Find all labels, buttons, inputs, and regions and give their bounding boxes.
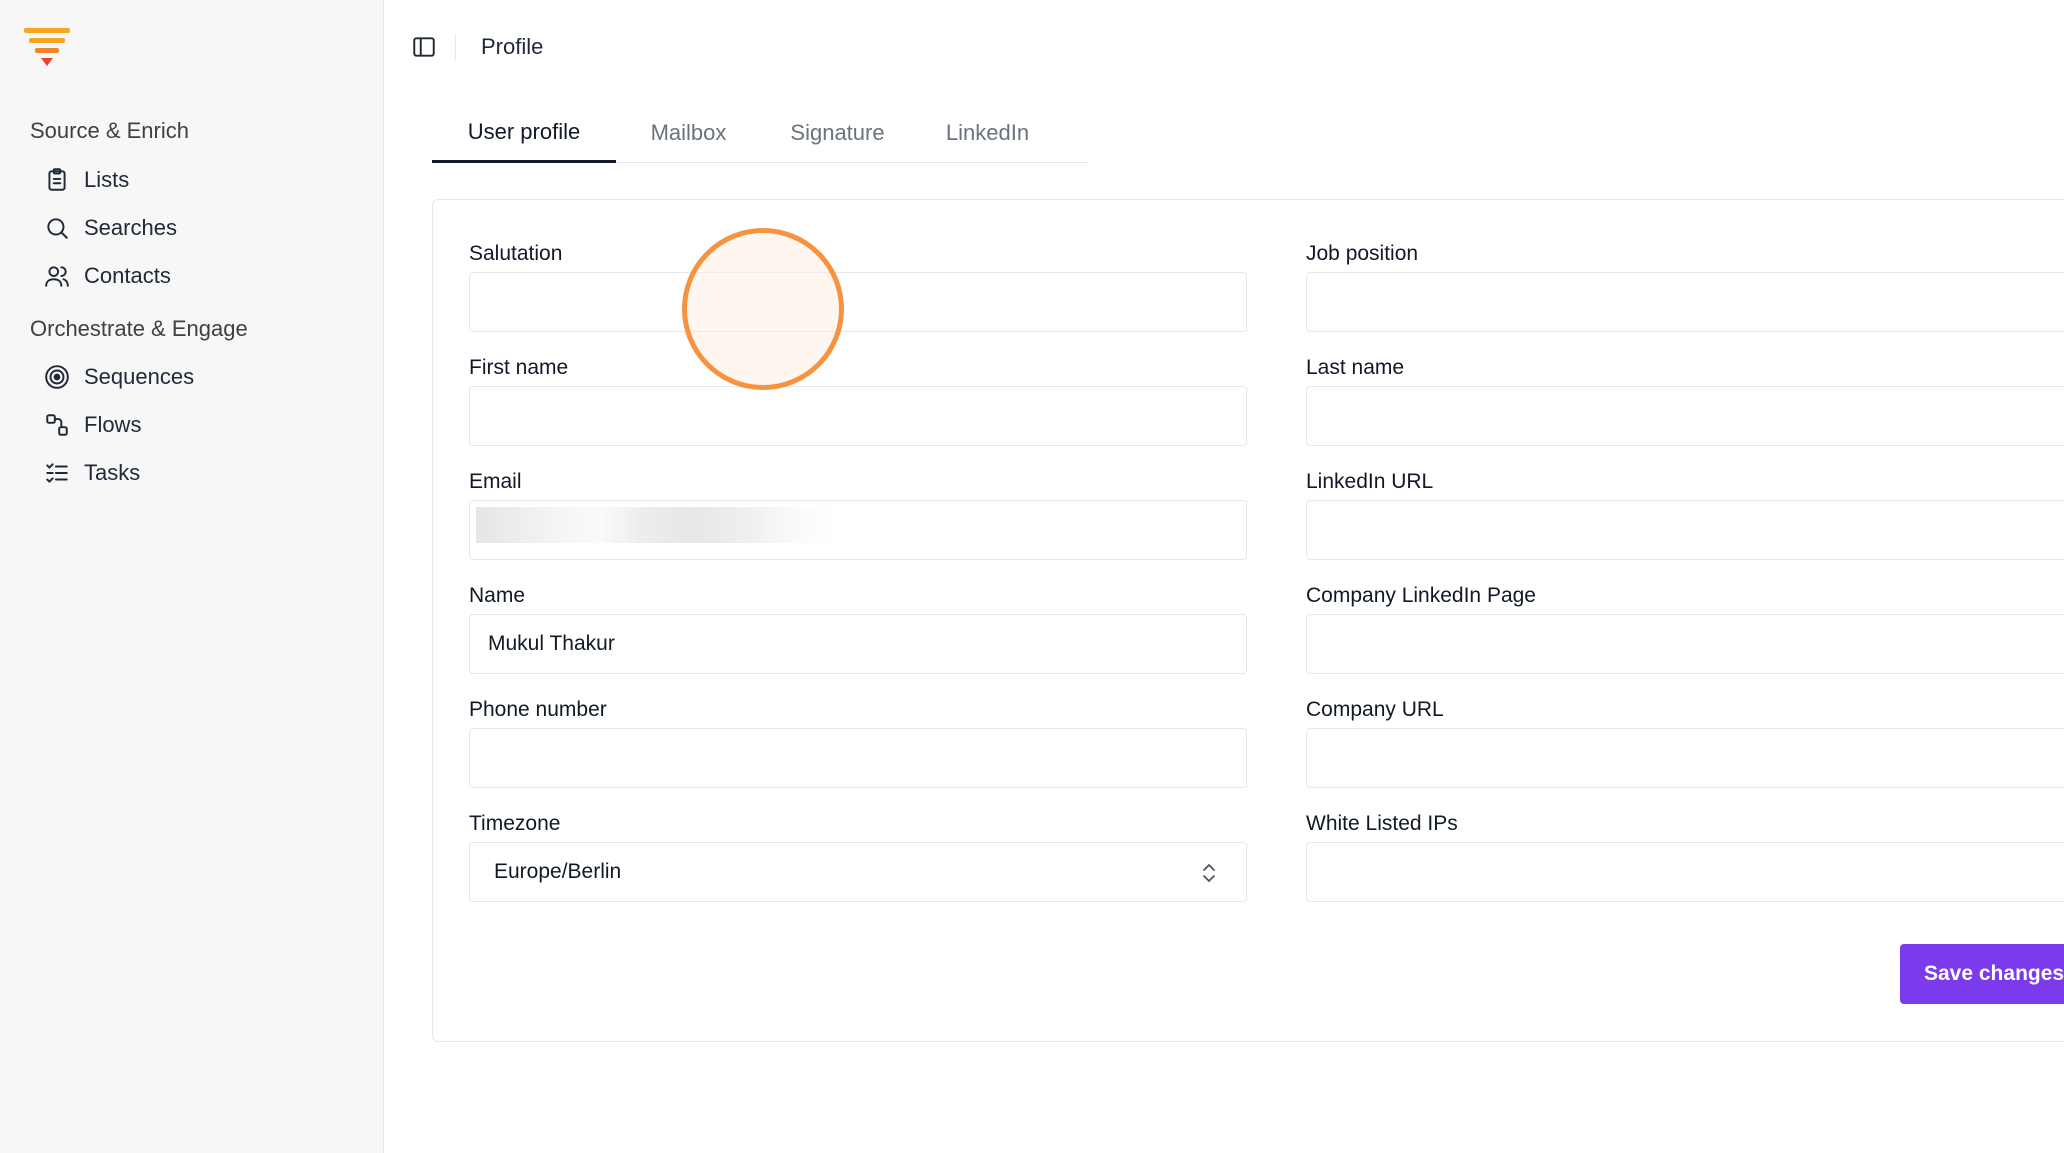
page-title: Profile [481,34,544,59]
sidebar-item-contacts[interactable]: Contacts [44,256,171,296]
sidebar-item-tasks[interactable]: Tasks [44,453,140,493]
last-name-field[interactable] [1306,386,2064,446]
sidebar-item-lists[interactable]: Lists [44,160,129,200]
linkedin-url-label: LinkedIn URL [1306,470,1434,493]
tasks-icon [44,460,70,486]
sidebar-item-label: Sequences [84,364,195,389]
save-changes-button[interactable]: Save changes [1900,944,2064,1004]
sidebar: Source & Enrich Lists Searches Contacts … [0,0,384,1153]
timezone-value: Europe/Berlin [494,860,622,883]
email-field[interactable] [469,500,1247,560]
company-linkedin-page-field[interactable] [1306,614,2064,674]
clipboard-icon [44,167,70,193]
timezone-label: Timezone [469,812,561,835]
timezone-select[interactable]: Europe/Berlin [469,842,1247,902]
sidebar-item-label: Contacts [84,263,171,288]
sidebar-item-flows[interactable]: Flows [44,405,141,445]
search-icon [44,215,70,241]
name-label: Name [469,584,526,607]
top-header: Profile [384,0,2064,96]
first-name-field[interactable] [469,386,1247,446]
company-url-label: Company URL [1306,698,1444,721]
phone-number-field[interactable] [469,728,1247,788]
brand-logo[interactable] [24,26,72,70]
tab-mailbox[interactable]: Mailbox [616,104,761,162]
sidebar-item-sequences[interactable]: Sequences [44,357,194,397]
tab-signature[interactable]: Signature [761,104,914,162]
sidebar-toggle-icon[interactable] [411,34,437,60]
job-position-field[interactable] [1306,272,2064,332]
sidebar-item-searches[interactable]: Searches [44,208,177,248]
app-root: Source & Enrich Lists Searches Contacts … [0,0,2064,1153]
company-linkedin-page-label: Company LinkedIn Page [1306,584,1536,607]
users-icon [44,263,70,289]
profile-tabs: User profile Mailbox Signature LinkedIn [432,104,1089,163]
salutation-label: Salutation [469,242,563,265]
header-divider [455,34,456,60]
target-icon [44,364,70,390]
company-url-field[interactable] [1306,728,2064,788]
tab-linkedin[interactable]: LinkedIn [914,104,1061,162]
phone-number-label: Phone number [469,698,607,721]
email-label: Email [469,470,522,493]
last-name-label: Last name [1306,356,1405,379]
sidebar-item-label: Tasks [84,460,141,485]
linkedin-url-field[interactable] [1306,500,2064,560]
sidebar-item-label: Lists [84,167,130,192]
section-title-orchestrate-engage: Orchestrate & Engage [30,316,248,341]
profile-form-card: Salutation First name Email Name Phone n… [432,199,2064,1042]
sidebar-item-label: Searches [84,215,177,240]
job-position-label: Job position [1306,242,1419,265]
white-listed-ips-label: White Listed IPs [1306,812,1458,835]
name-field[interactable] [469,614,1247,674]
chevron-up-down-icon [1198,861,1220,885]
section-title-source-enrich: Source & Enrich [30,118,189,143]
tab-user-profile[interactable]: User profile [432,104,616,163]
sidebar-item-label: Flows [84,412,142,437]
salutation-field[interactable] [469,272,1247,332]
white-listed-ips-field[interactable] [1306,842,2064,902]
first-name-label: First name [469,356,569,379]
redacted-email-value [476,507,836,543]
flows-icon [44,412,70,438]
